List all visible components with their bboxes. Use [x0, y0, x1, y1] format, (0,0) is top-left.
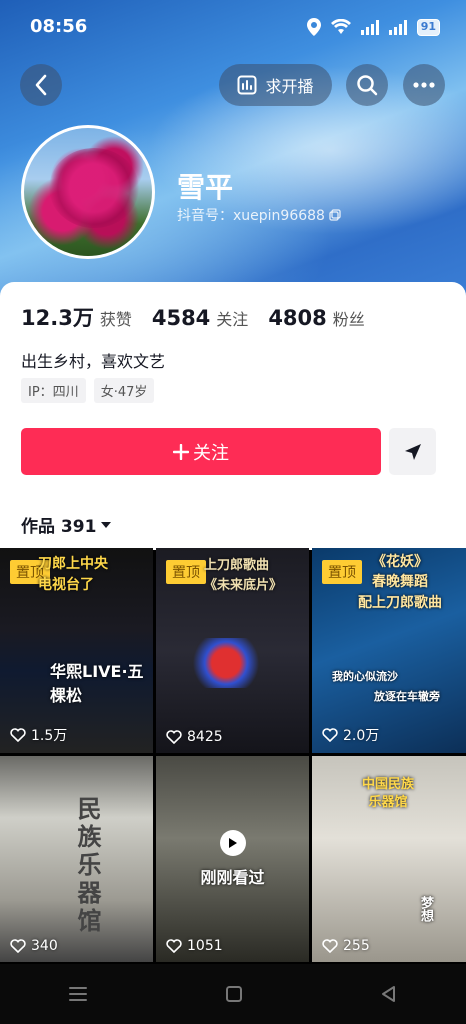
- like-count-value: 255: [343, 938, 370, 954]
- avatar[interactable]: [21, 125, 155, 259]
- battery-indicator: 91: [416, 18, 440, 36]
- send-icon: [404, 443, 421, 460]
- heart-icon: [166, 730, 182, 744]
- back-button[interactable]: [20, 64, 62, 106]
- wifi-icon: [330, 19, 351, 34]
- cell-signal-2-icon: [388, 19, 407, 35]
- like-count: 1.5万: [10, 725, 67, 745]
- lyric-line-1: 我的心似流沙: [332, 670, 398, 683]
- heart-icon: [166, 939, 182, 953]
- like-count-value: 1051: [187, 938, 223, 954]
- works-tab-label: 作品 391: [21, 517, 97, 537]
- live-chart-icon: [237, 75, 257, 95]
- video-caption: 民族乐器馆: [73, 796, 101, 936]
- system-navigation-bar: [0, 964, 466, 1024]
- search-icon: [357, 75, 378, 96]
- stat-followers[interactable]: 4808 粉丝: [268, 306, 364, 330]
- douyin-id-text: 抖音号：xuepin96688: [177, 208, 325, 224]
- status-icons: 91: [306, 18, 440, 36]
- video-caption: 中国民族 乐器馆: [362, 777, 415, 811]
- stat-followers-label: 粉丝: [332, 310, 365, 329]
- profile-bio: 出生乡村，喜欢文艺: [21, 352, 166, 371]
- video-caption: 上刀郎歌曲 《未来底片》: [204, 558, 283, 593]
- recently-watched-label: 刚刚看过: [200, 868, 265, 887]
- profile-card: 12.3万 获赞 4584 关注 4808 粉丝 出生乡村，喜欢文艺 IP：四川 女·…: [0, 282, 466, 550]
- video-thumbnail[interactable]: 置顶 上刀郎歌曲 《未来底片》 8425: [156, 548, 309, 753]
- more-button[interactable]: [403, 64, 445, 106]
- home-icon[interactable]: [225, 985, 243, 1003]
- follow-label: 关注: [193, 442, 229, 464]
- like-count: 340: [10, 938, 58, 954]
- heart-icon: [10, 728, 26, 742]
- video-thumbnail[interactable]: 置顶 刀郎上中央 电视台了 华熙LIVE·五棵松 1.5万: [0, 548, 153, 753]
- video-thumbnail[interactable]: 中国民族 乐器馆 梦想 255: [312, 756, 466, 962]
- chevron-left-icon: [35, 74, 47, 96]
- plus-icon: [173, 443, 189, 460]
- copy-icon: [329, 209, 341, 221]
- follow-button[interactable]: 关注: [21, 428, 381, 475]
- like-count-value: 1.5万: [31, 728, 68, 744]
- stat-following-value: 4584: [151, 306, 211, 330]
- like-count: 2.0万: [322, 725, 379, 745]
- heart-icon: [322, 939, 338, 953]
- stage-performers-image: [186, 638, 266, 688]
- profile-tags: IP：四川 女·47岁: [21, 378, 155, 403]
- pinned-badge: 置顶: [166, 560, 206, 584]
- stat-likes-value: 12.3万: [21, 306, 94, 330]
- like-count-value: 340: [31, 938, 58, 954]
- video-caption: 刀郎上中央 电视台了: [38, 556, 108, 593]
- lyric-line-2: 放逐在车辙旁: [374, 690, 440, 703]
- profile-stats: 12.3万 获赞 4584 关注 4808 粉丝: [21, 302, 365, 332]
- like-count: 8425: [166, 729, 223, 745]
- works-grid: 置顶 刀郎上中央 电视台了 华熙LIVE·五棵松 1.5万 置顶 上刀郎歌曲 《…: [0, 548, 466, 962]
- works-tab[interactable]: 作品 391: [21, 512, 112, 537]
- search-button[interactable]: [346, 64, 388, 106]
- request-live-button[interactable]: 求开播: [219, 64, 332, 106]
- heart-icon: [322, 728, 338, 742]
- video-banner-text: 华熙LIVE·五棵松: [50, 662, 144, 705]
- video-thumbnail[interactable]: 置顶 《花妖》 春晚舞蹈 配上刀郎歌曲 我的心似流沙 放逐在车辙旁 2.0万: [312, 548, 466, 753]
- lyric-line-1: 梦想: [418, 896, 433, 922]
- pinned-badge: 置顶: [322, 560, 362, 584]
- back-triangle-icon[interactable]: [380, 985, 398, 1003]
- like-count: 1051: [166, 938, 223, 954]
- cell-signal-1-icon: [360, 19, 379, 35]
- status-time: 08:56: [30, 16, 88, 37]
- ip-location-tag: IP：四川: [21, 378, 86, 403]
- stat-following[interactable]: 4584 关注: [152, 306, 248, 330]
- stat-likes-label: 获赞: [99, 310, 132, 329]
- douyin-id[interactable]: 抖音号：xuepin96688: [177, 205, 341, 225]
- status-bar: 08:56 91: [0, 0, 466, 56]
- gender-age-tag: 女·47岁: [93, 378, 155, 403]
- location-icon: [306, 18, 321, 36]
- menu-icon[interactable]: [68, 986, 88, 1002]
- share-button[interactable]: [389, 428, 436, 475]
- video-thumbnail[interactable]: 民族乐器馆 340: [0, 756, 153, 962]
- stat-likes[interactable]: 12.3万 获赞: [21, 302, 132, 332]
- profile-nickname: 雪平: [177, 171, 234, 204]
- video-caption: 《花妖》 春晚舞蹈 配上刀郎歌曲: [358, 554, 442, 611]
- stat-followers-value: 4808: [268, 306, 327, 330]
- play-icon: [220, 830, 246, 856]
- video-thumbnail[interactable]: 刚刚看过 1051: [156, 756, 309, 962]
- like-count-value: 2.0万: [343, 728, 380, 744]
- more-dots-icon: [413, 82, 435, 88]
- like-count-value: 8425: [187, 729, 223, 745]
- request-live-label: 求开播: [265, 77, 314, 96]
- heart-icon: [10, 939, 26, 953]
- like-count: 255: [322, 938, 370, 954]
- caret-down-icon: [101, 521, 112, 528]
- stat-following-label: 关注: [216, 310, 249, 329]
